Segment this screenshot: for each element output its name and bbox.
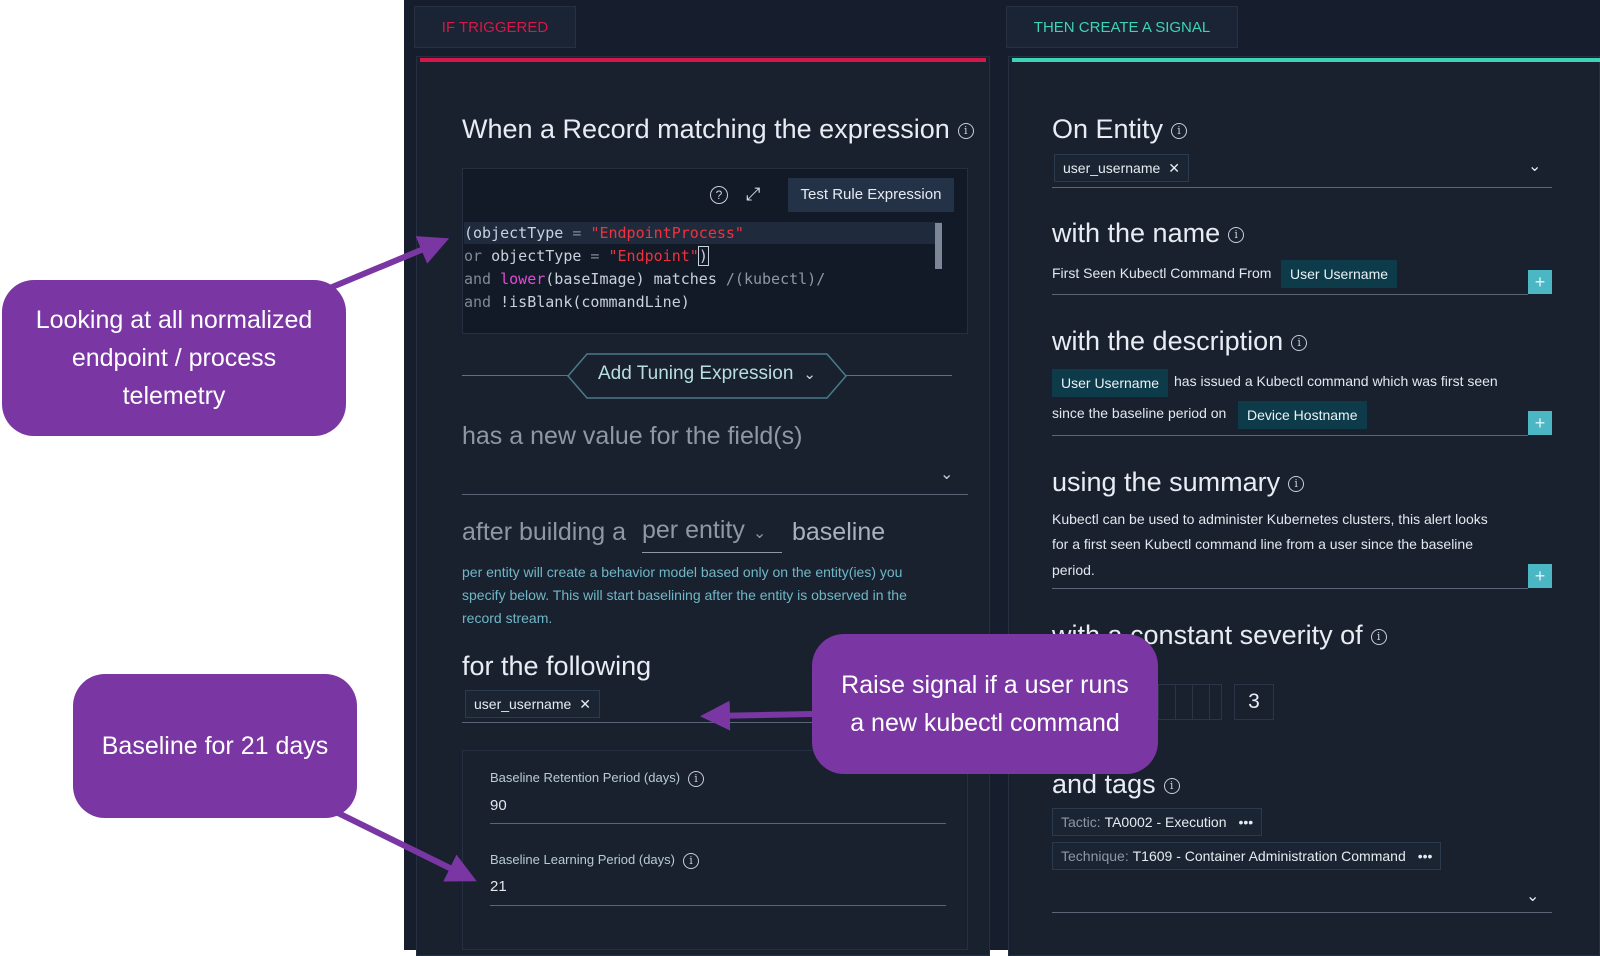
arrow-to-learning-period [330, 807, 477, 882]
arrow-to-for-following [700, 700, 813, 731]
callout-baseline: Baseline for 21 days [73, 674, 357, 818]
callout-raise-signal: Raise signal if a user runs a new kubect… [812, 634, 1158, 774]
arrow-to-expression [323, 236, 450, 293]
callout-telemetry: Looking at all normalized endpoint / pro… [2, 280, 346, 436]
